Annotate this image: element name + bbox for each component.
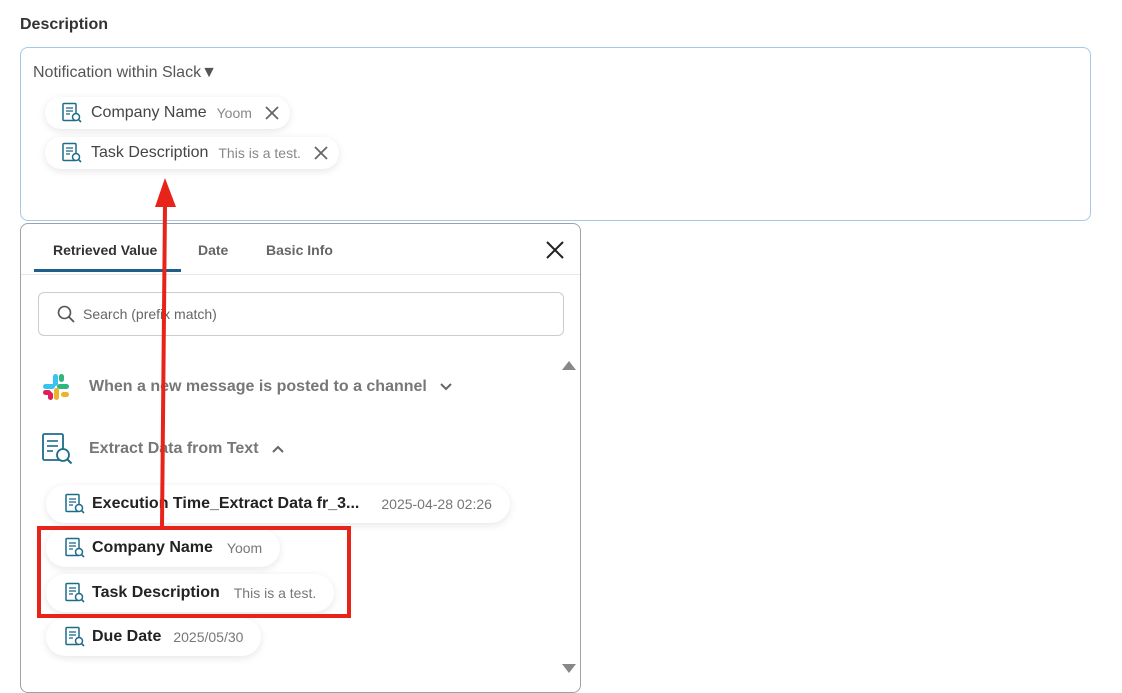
description-field[interactable]: Notification within Slack▼ Company Name … [20, 47, 1091, 221]
chip-name: Task Description [91, 144, 209, 161]
highlight-box [37, 526, 351, 618]
search-icon [57, 305, 75, 323]
value-picker-panel: Retrieved Value Date Basic Info Search (… [20, 223, 581, 693]
close-icon[interactable] [313, 145, 329, 161]
group-label: Extract Data from Text [89, 440, 259, 457]
item-value: 2025-04-28 02:26 [381, 496, 492, 512]
description-text: Notification within Slack▼ [33, 64, 217, 81]
tab-retrieved-value[interactable]: Retrieved Value [53, 242, 157, 258]
chip-company-name[interactable]: Company Name Yoom [45, 97, 290, 129]
chip-value: This is a test. [218, 145, 301, 161]
list-item-due-date[interactable]: Due Date 2025/05/30 [46, 618, 262, 656]
document-search-icon [64, 493, 86, 515]
search-input[interactable] [81, 305, 505, 323]
tab-basic-info[interactable]: Basic Info [266, 242, 333, 258]
chip-task-description[interactable]: Task Description This is a test. [45, 137, 339, 169]
tab-bar: Retrieved Value Date Basic Info [21, 224, 580, 275]
search-field[interactable] [38, 292, 564, 336]
document-search-icon [61, 102, 83, 124]
group-slack-trigger[interactable]: When a new message is posted to a channe… [41, 372, 453, 402]
tab-date[interactable]: Date [198, 242, 228, 258]
slack-icon [41, 372, 71, 402]
document-search-icon [41, 432, 73, 466]
list-item-execution-time[interactable]: Execution Time_Extract Data fr_3... 2025… [46, 485, 510, 523]
document-search-icon [61, 142, 83, 164]
scroll-down-arrow-icon[interactable] [562, 664, 576, 673]
chevron-down-icon [439, 382, 453, 392]
document-search-icon [64, 626, 86, 648]
item-name: Execution Time_Extract Data fr_3... [92, 495, 360, 512]
close-icon[interactable] [264, 105, 280, 121]
chevron-up-icon [271, 444, 285, 454]
chip-value: Yoom [216, 105, 252, 121]
item-name: Due Date [92, 628, 162, 645]
close-icon[interactable] [544, 239, 566, 261]
group-label: When a new message is posted to a channe… [89, 378, 427, 395]
group-extract-data[interactable]: Extract Data from Text [41, 432, 285, 466]
description-label: Description [20, 16, 109, 33]
item-value: 2025/05/30 [173, 629, 244, 645]
scroll-up-arrow-icon[interactable] [562, 361, 576, 370]
chip-name: Company Name [91, 104, 207, 121]
active-tab-indicator [34, 269, 181, 272]
